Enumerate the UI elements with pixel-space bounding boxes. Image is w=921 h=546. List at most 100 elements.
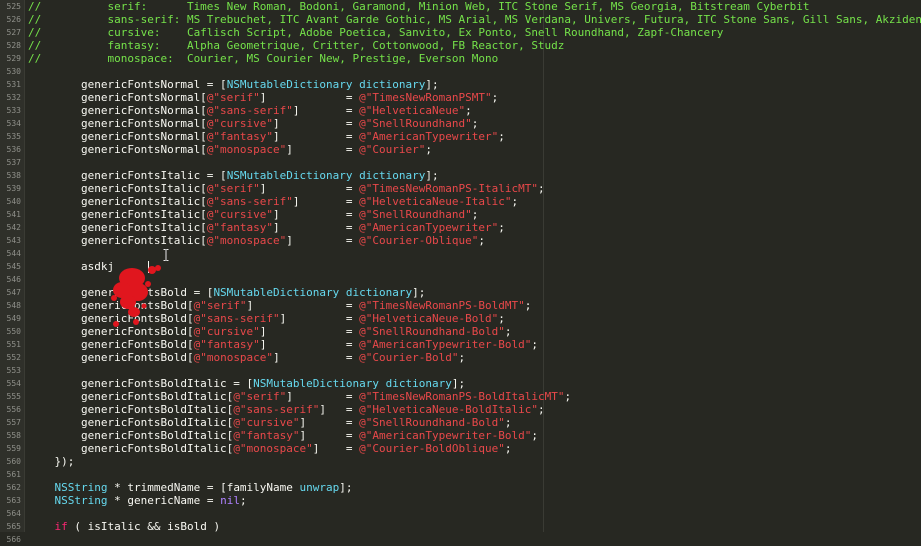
code-token-plain: ; xyxy=(239,494,247,507)
code-line[interactable]: 544 xyxy=(0,247,921,260)
code-line[interactable]: 566 xyxy=(0,533,921,546)
code-line[interactable]: 536 genericFontsNormal[@"monospace"] = @… xyxy=(0,143,921,156)
code-text[interactable]: genericFontsNormal[@"fantasy"] = @"Ameri… xyxy=(28,130,505,143)
code-line[interactable]: 530 xyxy=(0,65,921,78)
code-line[interactable]: 531 genericFontsNormal = [NSMutableDicti… xyxy=(0,78,921,91)
code-line[interactable]: 538 genericFontsItalic = [NSMutableDicti… xyxy=(0,169,921,182)
code-text[interactable]: genericFontsBoldItalic[@"serif"] = @"Tim… xyxy=(28,390,571,403)
code-token-string: @"serif" xyxy=(206,91,260,104)
code-text[interactable]: genericFontsItalic[@"cursive"] = @"Snell… xyxy=(28,208,478,221)
code-text[interactable]: genericFontsNormal = [NSMutableDictionar… xyxy=(28,78,439,91)
code-line[interactable]: 537 xyxy=(0,156,921,169)
code-line[interactable]: 532 genericFontsNormal[@"serif"] = @"Tim… xyxy=(0,91,921,104)
code-text[interactable]: genericFontsBoldItalic = [NSMutableDicti… xyxy=(28,377,465,390)
code-line[interactable]: 535 genericFontsNormal[@"fantasy"] = @"A… xyxy=(0,130,921,143)
code-text[interactable]: genericFontsNormal[@"cursive"] = @"Snell… xyxy=(28,117,478,130)
code-token-plain: genericFontsBoldItalic[ xyxy=(28,442,234,455)
code-line[interactable]: 552 genericFontsBold[@"monospace"] = @"C… xyxy=(0,351,921,364)
code-text[interactable]: genericFontsBold[@"cursive"] = @"SnellRo… xyxy=(28,325,512,338)
code-line[interactable]: 565 if ( isItalic && isBold ) xyxy=(0,520,921,533)
line-number: 544 xyxy=(6,249,21,258)
code-text[interactable]: // sans-serif: MS Trebuchet, ITC Avant G… xyxy=(28,13,921,26)
code-text[interactable]: if ( isItalic && isBold ) xyxy=(28,520,221,533)
code-text[interactable]: // cursive: Caflisch Script, Adobe Poeti… xyxy=(28,26,723,39)
code-token-class: NSString xyxy=(54,481,108,494)
code-line[interactable]: 525 // serif: Times New Roman, Bodoni, Ga… xyxy=(0,0,921,13)
code-line[interactable]: 554 genericFontsBoldItalic = [NSMutableD… xyxy=(0,377,921,390)
line-number: 539 xyxy=(6,184,21,193)
code-line[interactable]: 553 xyxy=(0,364,921,377)
code-text[interactable]: // monospace: Courier, MS Courier New, P… xyxy=(28,52,498,65)
code-text[interactable]: genericFontsBoldItalic[@"cursive"] = @"S… xyxy=(28,416,512,429)
code-line[interactable]: 541 genericFontsItalic[@"cursive"] = @"S… xyxy=(0,208,921,221)
code-token-plain: * genericName = xyxy=(107,494,221,507)
code-line[interactable]: 526 // sans-serif: MS Trebuchet, ITC Avan… xyxy=(0,13,921,26)
code-token-plain: genericFontsBold[ xyxy=(28,338,194,351)
code-token-string: @"Courier-Oblique" xyxy=(359,234,479,247)
code-text[interactable]: genericFontsBoldItalic[@"fantasy"] = @"A… xyxy=(28,429,538,442)
code-token-plain: ] = xyxy=(273,221,360,234)
code-token-string: @"HelveticaNeue-Italic" xyxy=(359,195,512,208)
code-text[interactable]: // fantasy: Alpha Geometrique, Critter, … xyxy=(28,39,564,52)
line-number: 541 xyxy=(6,210,21,219)
code-token-plain: ; xyxy=(498,130,505,143)
line-number: 548 xyxy=(6,301,21,310)
code-text[interactable]: asdkj xyxy=(28,260,114,273)
code-token-string: @"TimesNewRomanPSMT" xyxy=(359,91,492,104)
code-line[interactable]: 557 genericFontsBoldItalic[@"cursive"] =… xyxy=(0,416,921,429)
code-text[interactable]: NSString * trimmedName = [familyName unw… xyxy=(28,481,353,494)
code-text[interactable]: genericFontsBold[@"sans-serif"] = @"Helv… xyxy=(28,312,505,325)
code-text[interactable]: // serif: Times New Roman, Bodoni, Garam… xyxy=(28,0,809,13)
code-text[interactable]: genericFontsBold = [NSMutableDictionary … xyxy=(28,286,425,299)
code-line[interactable]: 562 NSString * trimmedName = [familyName… xyxy=(0,481,921,494)
code-text[interactable]: genericFontsItalic[@"serif"] = @"TimesNe… xyxy=(28,182,545,195)
code-token-string: @"TimesNewRomanPS-BoldMT" xyxy=(359,299,525,312)
code-token-string: @"TimesNewRomanPS-ItalicMT" xyxy=(359,182,538,195)
line-number: 562 xyxy=(6,483,21,492)
code-text[interactable]: genericFontsItalic[@"sans-serif"] = @"He… xyxy=(28,195,518,208)
code-token-plain: ; xyxy=(537,403,545,416)
code-text[interactable]: genericFontsItalic = [NSMutableDictionar… xyxy=(28,169,439,182)
code-text[interactable]: genericFontsBold[@"fantasy"] = @"America… xyxy=(28,338,538,351)
code-editor[interactable]: 525 // serif: Times New Roman, Bodoni, Ga… xyxy=(0,0,921,544)
code-line[interactable]: 564 xyxy=(0,507,921,520)
code-text[interactable]: NSString * genericName = nil; xyxy=(28,494,247,507)
code-line[interactable]: 540 genericFontsItalic[@"sans-serif"] = … xyxy=(0,195,921,208)
code-line[interactable]: 527 // cursive: Caflisch Script, Adobe Po… xyxy=(0,26,921,39)
code-token-string: @"Courier" xyxy=(359,143,426,156)
code-line[interactable]: 555 genericFontsBoldItalic[@"serif"] = @… xyxy=(0,390,921,403)
code-line[interactable]: 529 // monospace: Courier, MS Courier New… xyxy=(0,52,921,65)
code-line[interactable]: 528 // fantasy: Alpha Geometrique, Critte… xyxy=(0,39,921,52)
code-token-plain: ; xyxy=(465,104,472,117)
code-line[interactable]: 543 genericFontsItalic[@"monospace"] = @… xyxy=(0,234,921,247)
code-line[interactable]: 558 genericFontsBoldItalic[@"fantasy"] =… xyxy=(0,429,921,442)
code-text[interactable]: genericFontsBold[@"serif"] = @"TimesNewR… xyxy=(28,299,531,312)
code-line[interactable]: 560 }); xyxy=(0,455,921,468)
code-line[interactable]: 563 NSString * genericName = nil; xyxy=(0,494,921,507)
line-number: 550 xyxy=(6,327,21,336)
code-line[interactable]: 551 genericFontsBold[@"fantasy"] = @"Ame… xyxy=(0,338,921,351)
code-text[interactable]: genericFontsBold[@"monospace"] = @"Couri… xyxy=(28,351,465,364)
line-number: 559 xyxy=(6,444,21,453)
code-text[interactable]: genericFontsNormal[@"monospace"] = @"Cou… xyxy=(28,143,432,156)
code-text[interactable]: genericFontsItalic[@"monospace"] = @"Cou… xyxy=(28,234,485,247)
code-text[interactable]: genericFontsItalic[@"fantasy"] = @"Ameri… xyxy=(28,221,505,234)
code-token-string: @"HelveticaNeue-BoldItalic" xyxy=(359,403,538,416)
code-text[interactable]: }); xyxy=(28,455,74,468)
code-text[interactable]: genericFontsBoldItalic[@"monospace"] = @… xyxy=(28,442,512,455)
code-text[interactable]: genericFontsBoldItalic[@"sans-serif"] = … xyxy=(28,403,545,416)
code-line[interactable]: 534 genericFontsNormal[@"cursive"] = @"S… xyxy=(0,117,921,130)
line-number: 540 xyxy=(6,197,21,206)
code-line[interactable]: 559 genericFontsBoldItalic[@"monospace"]… xyxy=(0,442,921,455)
code-text[interactable]: genericFontsNormal[@"sans-serif"] = @"He… xyxy=(28,104,472,117)
code-line[interactable]: 561 xyxy=(0,468,921,481)
line-number: 531 xyxy=(6,80,21,89)
code-text[interactable]: genericFontsNormal[@"serif"] = @"TimesNe… xyxy=(28,91,498,104)
code-line[interactable]: 542 genericFontsItalic[@"fantasy"] = @"A… xyxy=(0,221,921,234)
code-line[interactable]: 539 genericFontsItalic[@"serif"] = @"Tim… xyxy=(0,182,921,195)
code-token-plain: genericFontsNormal[ xyxy=(28,117,207,130)
code-line[interactable]: 533 genericFontsNormal[@"sans-serif"] = … xyxy=(0,104,921,117)
code-line[interactable]: 556 genericFontsBoldItalic[@"sans-serif"… xyxy=(0,403,921,416)
code-token-string: @"fantasy" xyxy=(193,338,260,351)
